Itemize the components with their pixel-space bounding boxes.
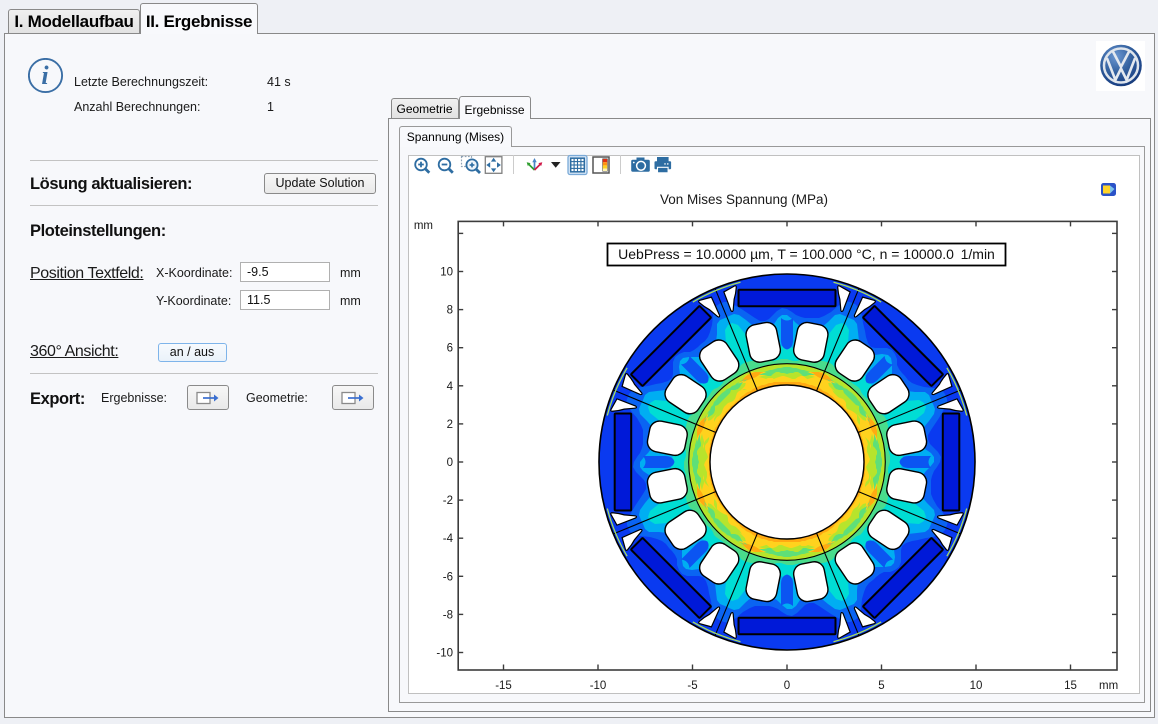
svg-text:Von Mises Spannung (MPa): Von Mises Spannung (MPa) xyxy=(660,192,828,207)
svg-text:UebPress = 10.0000 µm, T = 100: UebPress = 10.0000 µm, T = 100.000 °C, n… xyxy=(618,246,995,262)
svg-text:2: 2 xyxy=(447,419,453,431)
svg-text:mm: mm xyxy=(1099,680,1118,692)
svg-text:0: 0 xyxy=(784,680,790,692)
svg-text:mm: mm xyxy=(414,220,433,232)
svg-text:-5: -5 xyxy=(687,680,697,692)
svg-text:0: 0 xyxy=(447,457,453,469)
svg-text:8: 8 xyxy=(447,305,453,317)
svg-text:10: 10 xyxy=(440,267,453,279)
svg-text:-4: -4 xyxy=(443,533,454,545)
svg-text:10: 10 xyxy=(970,680,983,692)
svg-text:-2: -2 xyxy=(443,495,453,507)
svg-text:4: 4 xyxy=(447,381,454,393)
svg-text:5: 5 xyxy=(878,680,884,692)
svg-text:-10: -10 xyxy=(436,648,453,660)
svg-text:6: 6 xyxy=(447,343,453,355)
svg-text:15: 15 xyxy=(1064,680,1077,692)
svg-text:-6: -6 xyxy=(443,571,453,583)
svg-text:-15: -15 xyxy=(495,680,512,692)
svg-text:-8: -8 xyxy=(443,609,453,621)
svg-text:i: i xyxy=(41,61,49,90)
svg-text:-10: -10 xyxy=(590,680,607,692)
